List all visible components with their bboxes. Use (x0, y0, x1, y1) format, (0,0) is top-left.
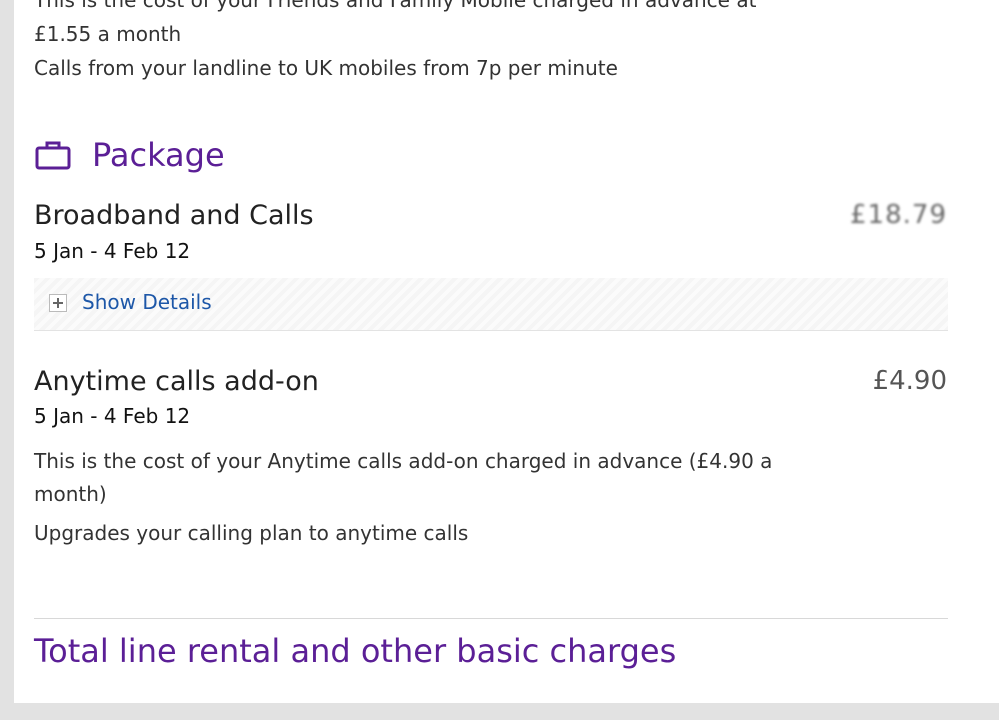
anytime-item-description: This is the cost of your Anytime calls a… (34, 449, 773, 506)
bill-panel: This is the cost of your Friends and Fam… (14, 0, 999, 703)
anytime-item-date: 5 Jan - 4 Feb 12 (34, 404, 191, 428)
divider (34, 618, 948, 619)
cut-off-description: This is the cost of your Friends and Fam… (34, 0, 757, 12)
mobile-calls-note: Calls from your landline to UK mobiles f… (34, 56, 618, 80)
friends-family-cost: £1.55 a month (34, 22, 182, 46)
broadband-item-title: Broadband and Calls (34, 200, 314, 231)
anytime-item-note: Upgrades your calling plan to anytime ca… (34, 521, 469, 545)
anytime-item-title: Anytime calls add-on (34, 366, 319, 397)
broadband-item-price: £18.79 (850, 200, 947, 230)
anytime-item-price: £4.90 (872, 366, 947, 396)
total-heading: Total line rental and other basic charge… (34, 632, 677, 670)
package-heading: Package (92, 136, 225, 174)
briefcase-icon (35, 141, 71, 170)
show-details-bar: Show Details (34, 278, 948, 331)
broadband-item-date: 5 Jan - 4 Feb 12 (34, 239, 191, 263)
expand-plus-icon[interactable] (49, 294, 67, 312)
show-details-link[interactable]: Show Details (82, 290, 212, 314)
